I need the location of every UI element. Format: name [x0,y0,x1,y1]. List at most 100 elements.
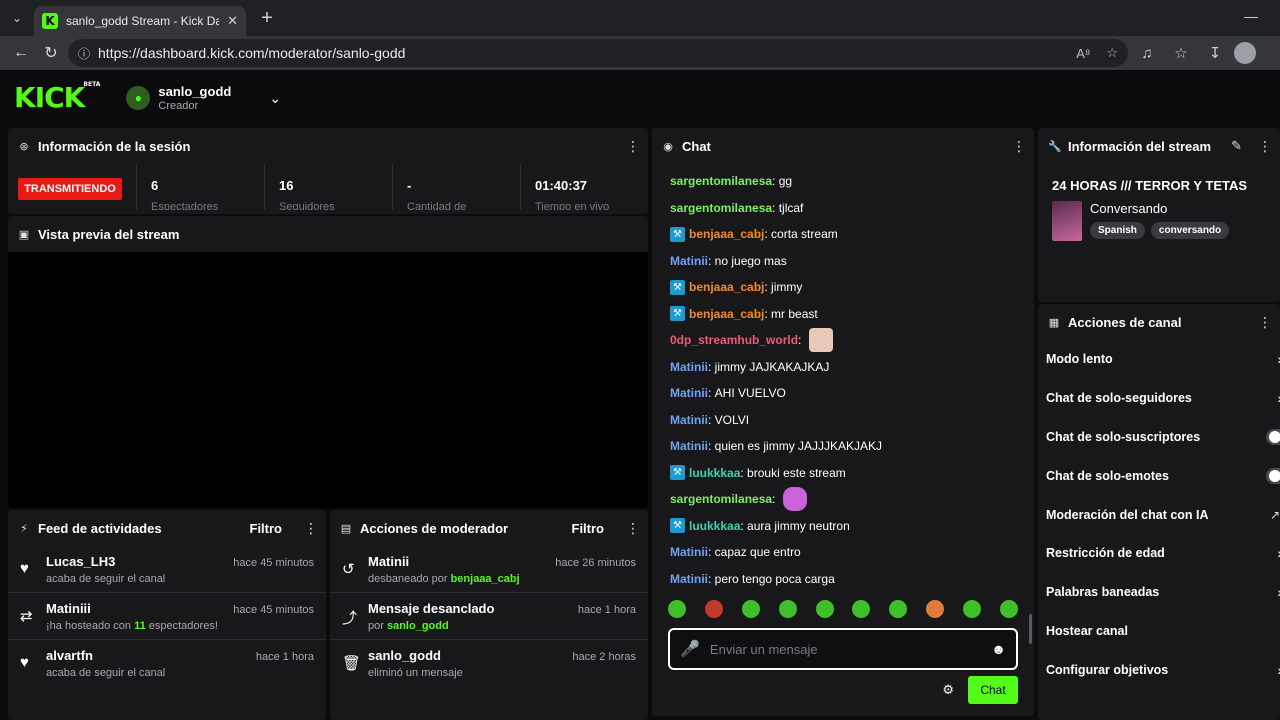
emote-button[interactable] [668,600,686,618]
tab-close-icon[interactable]: ✕ [227,13,238,29]
chat-message[interactable]: Matinii: jimmy JAJKAKAJKAJ [670,354,1034,381]
chat-username[interactable]: Matinii [670,254,708,268]
channel-action-item[interactable]: Palabras baneadas› [1038,573,1280,612]
chat-message[interactable]: Matinii: pero tengo poca carga [670,566,1034,593]
emote-button[interactable] [889,600,908,618]
chat-message[interactable]: Matinii: no juego mas [670,248,1034,275]
emote-button[interactable] [999,600,1018,618]
chat-username[interactable]: sargentomilanesa [670,201,772,215]
feed-user[interactable]: alvartfn [46,648,93,663]
more-options-icon[interactable]: ⋮ [304,520,318,537]
new-tab-icon[interactable]: + [252,3,282,33]
channel-action-item[interactable]: Chat de solo-suscriptores [1038,418,1280,457]
chat-username[interactable]: Matinii [670,360,708,374]
reload-icon[interactable]: ↻ [38,40,64,66]
channel-action-item[interactable]: Chat de solo-seguidores› [1038,379,1280,418]
favorite-star-icon[interactable]: ☆ [1106,45,1118,61]
chat-input-box[interactable]: 🎤 ☻ [668,628,1018,670]
mod-filter-button[interactable]: Filtro [572,521,605,536]
channel-action-item[interactable]: Moderación del chat con IA ↗ [1038,495,1280,534]
emote-button[interactable] [963,600,981,618]
feed-user[interactable]: Lucas_LH3 [46,554,115,569]
favorites-icon[interactable]: ☆ [1166,44,1196,62]
channel-action-item[interactable]: Restricción de edad› [1038,534,1280,573]
channel-action-item[interactable]: Configurar objetivos› [1038,650,1280,689]
mod-action-target[interactable]: sanlo_godd [368,648,441,663]
chat-username[interactable]: Matinii [670,545,708,559]
pink-emote-icon[interactable] [782,487,807,512]
channel-action-item[interactable]: Modo lento› [1038,340,1280,379]
url-bar[interactable]: ⓘ https://dashboard.kick.com/moderator/s… [68,39,1128,67]
chat-username[interactable]: benjaaa_cabj [689,307,764,321]
chat-message[interactable]: ⚒ luukkkaa: aura jimmy neutron [670,513,1034,540]
category-name: Conversando [1090,201,1168,216]
stream-preview-video[interactable] [8,252,648,508]
more-options-icon[interactable]: ⋮ [626,138,640,155]
back-icon[interactable]: ← [8,40,34,66]
channel-action-item[interactable]: Chat de solo-emotes [1038,456,1280,495]
chat-username[interactable]: luukkkaa [689,519,740,533]
chat-message-input[interactable] [709,641,982,657]
activity-filter-button[interactable]: Filtro [250,521,283,536]
chat-scrollbar[interactable] [1029,614,1032,644]
chat-message[interactable]: sargentomilanesa: gg [670,168,1034,195]
browser-tab[interactable]: K sanlo_godd Stream - Kick Dashboard ✕ [34,6,246,36]
chevron-down-icon[interactable]: ⌄ [269,90,281,107]
url-text[interactable]: https://dashboard.kick.com/moderator/san… [98,45,1060,61]
window-minimize-icon[interactable]: — [1244,8,1258,24]
chat-username[interactable]: Matinii [670,572,708,586]
cat-emote-icon[interactable] [808,328,833,353]
chat-username[interactable]: Matinii [670,439,708,453]
chat-message[interactable]: Matinii: AHI VUELVO [670,380,1034,407]
chat-username[interactable]: luukkkaa [689,466,740,480]
chat-username[interactable]: sargentomilanesa [670,174,772,188]
toggle-switch[interactable] [1266,428,1280,445]
send-chat-button[interactable]: Chat [968,676,1018,704]
chat-message[interactable]: ⚒ luukkkaa: brouki este stream [670,460,1034,487]
chat-message[interactable]: Matinii: capaz que entro [670,539,1034,566]
chat-message[interactable]: sargentomilanesa: [670,486,1034,513]
mod-action-target[interactable]: Matinii [368,554,409,569]
download-icon[interactable]: ↧ [1200,44,1230,62]
channel-action-item[interactable]: Hostear canal [1038,612,1280,651]
site-info-icon[interactable]: ⓘ [78,45,90,62]
emote-button[interactable] [741,600,760,618]
chat-username[interactable]: benjaaa_cabj [689,280,764,294]
chat-username[interactable]: 0dp_streamhub_world [670,333,798,347]
emote-button[interactable] [704,600,723,618]
media-icon[interactable]: ♫ [1132,45,1162,62]
kick-logo[interactable]: KICK BETA [14,82,100,112]
external-link-icon[interactable]: ↗ [1270,508,1280,522]
emoji-picker-icon[interactable]: ☻ [991,641,1006,657]
chat-message[interactable]: Matinii: quien es jimmy JAJJJKAKJAKJ [670,433,1034,460]
more-options-icon[interactable]: ⋮ [1258,138,1272,155]
chat-separator: : [708,439,715,454]
chat-username[interactable]: sargentomilanesa [670,492,772,506]
more-options-icon[interactable]: ⋮ [1258,314,1272,331]
chat-message[interactable]: 0dp_streamhub_world: [670,327,1034,354]
emote-button[interactable] [852,600,871,618]
chat-message[interactable]: sargentomilanesa: tjlcaf [670,195,1034,222]
gear-icon[interactable]: ⚙ [942,682,954,698]
channel-switcher[interactable]: sanlo_godd Creador [158,84,231,112]
more-options-icon[interactable]: ⋮ [626,520,640,537]
read-aloud-icon[interactable]: A⁸ [1076,46,1090,61]
emote-button[interactable] [815,600,834,618]
emote-button[interactable] [778,600,797,618]
chat-username[interactable]: Matinii [670,413,708,427]
chat-message[interactable]: ⚒ benjaaa_cabj: mr beast [670,301,1034,328]
chat-username[interactable]: benjaaa_cabj [689,227,764,241]
chat-message[interactable]: ⚒ benjaaa_cabj: jimmy [670,274,1034,301]
chat-message[interactable]: Matinii: VOLVI [670,407,1034,434]
chat-username[interactable]: Matinii [670,386,708,400]
more-options-icon[interactable]: ⋮ [1012,138,1026,155]
chat-message[interactable]: ⚒ benjaaa_cabj: corta stream [670,221,1034,248]
tab-search-icon[interactable]: ⌄ [0,0,34,36]
feed-user[interactable]: Matiniii [46,601,91,616]
chat-message-list[interactable]: sargentomilanesa: gg sargentomilanesa: tj… [652,168,1034,598]
emote-button[interactable] [926,600,945,618]
pencil-icon[interactable]: ✎ [1231,138,1242,154]
toggle-switch[interactable] [1266,467,1280,484]
microphone-icon[interactable]: 🎤 [680,639,700,659]
profile-avatar-icon[interactable] [1234,42,1256,64]
